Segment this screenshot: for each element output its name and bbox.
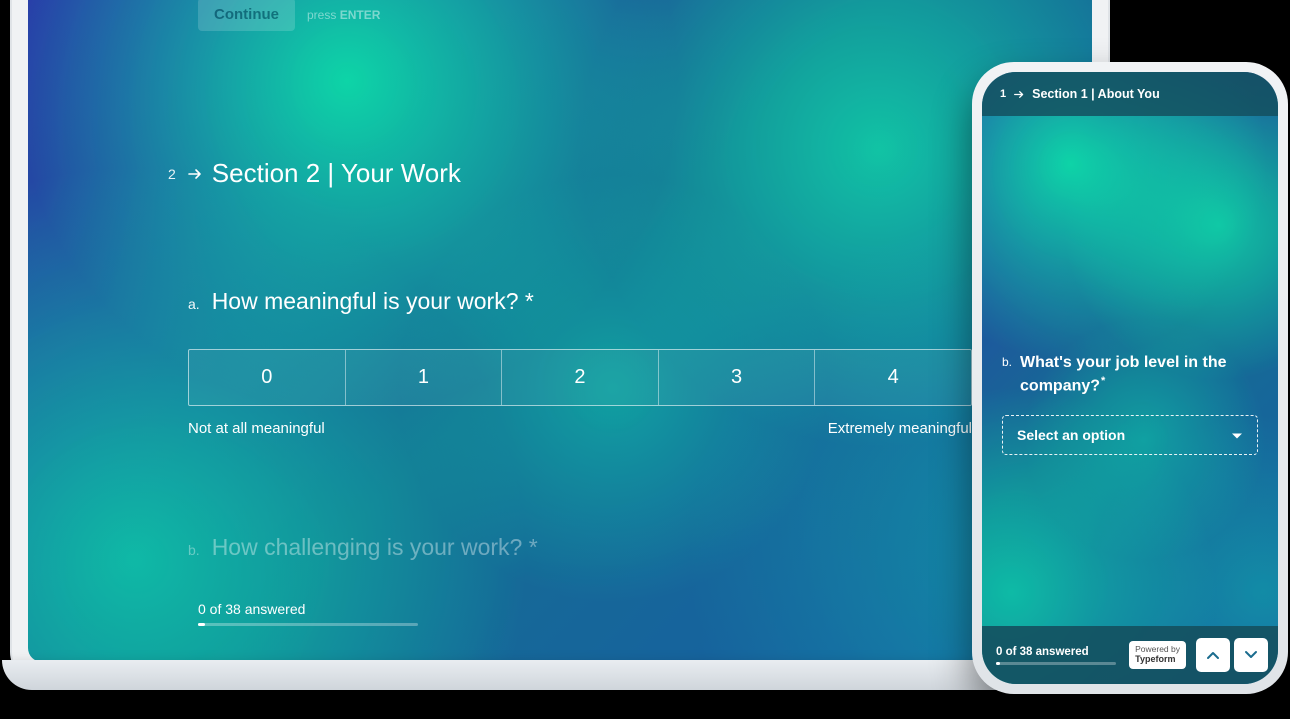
progress-bar: [996, 662, 1116, 665]
arrow-right-icon: [1014, 90, 1024, 99]
caret-down-icon: [1231, 427, 1243, 443]
powered-by-badge[interactable]: Powered byTypeform: [1129, 641, 1186, 668]
progress-bar: [198, 623, 418, 626]
section-number: 1: [1000, 88, 1006, 100]
progress-indicator: 0 of 38 answered: [198, 601, 418, 626]
question-text: What's your job level in the company?*: [1020, 352, 1258, 397]
phone-question: b. What's your job level in the company?…: [1002, 352, 1258, 455]
phone-section-header: 1 Section 1 | About You: [982, 72, 1278, 116]
rating-option-0[interactable]: 0: [189, 350, 346, 405]
laptop-frame: Continue press ENTER 2 Section 2 | Your …: [10, 0, 1110, 680]
question-letter: b.: [1002, 355, 1012, 369]
rating-option-3[interactable]: 3: [659, 350, 816, 405]
job-level-select[interactable]: Select an option: [1002, 415, 1258, 455]
progress-text: 0 of 38 answered: [996, 646, 1129, 658]
arrow-right-icon: [188, 168, 202, 180]
select-placeholder: Select an option: [1017, 427, 1125, 443]
section-header: 2 Section 2 | Your Work: [168, 158, 461, 189]
laptop-screen: Continue press ENTER 2 Section 2 | Your …: [28, 0, 1092, 662]
laptop-base: [2, 660, 1118, 690]
continue-button[interactable]: Continue: [198, 0, 295, 31]
rating-scale: 0 1 2 3 4: [188, 349, 972, 406]
question-letter: b.: [188, 542, 200, 558]
phone-footer: 0 of 38 answered Powered byTypeform: [982, 626, 1278, 684]
nav-down-button[interactable]: [1234, 638, 1268, 672]
rating-max-label: Extremely meaningful: [828, 420, 972, 437]
nav-up-button[interactable]: [1196, 638, 1230, 672]
phone-screen: 1 Section 1 | About You b. What's your j…: [982, 72, 1278, 684]
section-title: Section 2 | Your Work: [212, 158, 461, 189]
rating-min-label: Not at all meaningful: [188, 420, 325, 437]
question-text: How challenging is your work? *: [212, 534, 538, 561]
section-number: 2: [168, 166, 176, 182]
question-a: a. How meaningful is your work? * 0 1 2 …: [188, 288, 972, 437]
rating-option-4[interactable]: 4: [815, 350, 971, 405]
continue-row: Continue press ENTER: [198, 0, 380, 31]
phone-device: 1 Section 1 | About You b. What's your j…: [972, 62, 1288, 694]
progress-indicator: 0 of 38 answered: [996, 646, 1129, 665]
press-enter-hint: press ENTER: [307, 8, 380, 22]
question-b: b. How challenging is your work? *: [188, 534, 972, 561]
question-text: How meaningful is your work? *: [212, 288, 534, 315]
rating-option-1[interactable]: 1: [346, 350, 503, 405]
rating-scale-labels: Not at all meaningful Extremely meaningf…: [188, 420, 972, 437]
rating-option-2[interactable]: 2: [502, 350, 659, 405]
progress-text: 0 of 38 answered: [198, 601, 305, 617]
question-letter: a.: [188, 296, 200, 312]
section-title: Section 1 | About You: [1032, 87, 1160, 101]
laptop-device: Continue press ENTER 2 Section 2 | Your …: [10, 0, 1110, 680]
